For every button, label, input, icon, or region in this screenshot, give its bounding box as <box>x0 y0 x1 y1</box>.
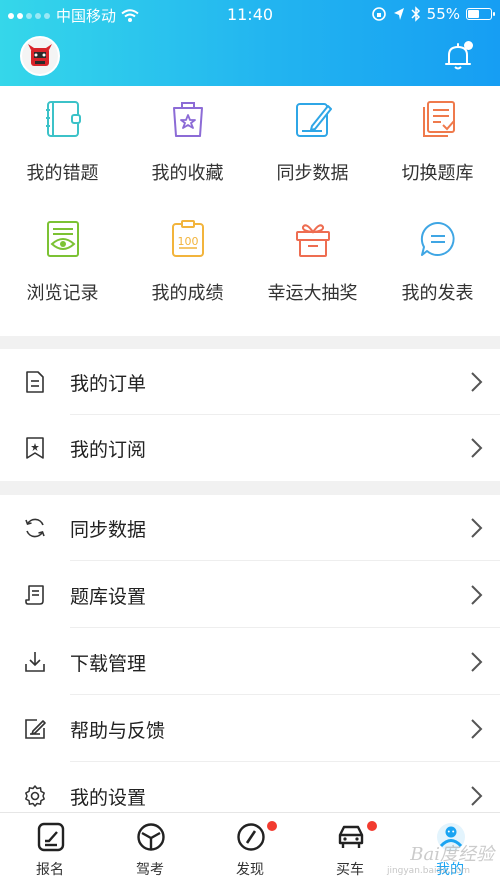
gift-icon <box>296 224 330 257</box>
grid-label: 我的发表 <box>401 283 474 304</box>
eye-record-icon <box>47 221 79 257</box>
chevron-right-icon <box>471 438 483 458</box>
chevron-right-icon <box>471 652 483 672</box>
order-doc-icon <box>26 371 44 393</box>
subscribe-bookmark-icon <box>26 437 44 459</box>
row-divider <box>70 761 500 762</box>
grid-label: 幸运大抽奖 <box>267 283 358 304</box>
grid-label: 我的成绩 <box>151 283 224 304</box>
section-divider <box>0 336 500 349</box>
grid-label: 同步数据 <box>276 163 349 184</box>
row-divider <box>70 627 500 628</box>
star-bag-icon <box>173 102 203 137</box>
score-100-icon: 100 <box>172 220 204 257</box>
battery-icon <box>466 8 495 20</box>
car-icon <box>338 825 364 848</box>
chevron-right-icon <box>471 372 483 392</box>
grid-item-favorites[interactable]: 我的收藏 <box>125 86 250 204</box>
menu-bank-settings[interactable]: 题库设置 <box>0 562 500 628</box>
comment-icon <box>420 221 455 256</box>
menu-label: 同步数据 <box>70 519 147 541</box>
grid-label: 我的错题 <box>26 163 99 184</box>
profile-header: 中国移动 11:40 55% <box>0 0 500 86</box>
system-indicators: 55% <box>371 5 495 23</box>
feedback-icon <box>25 719 46 739</box>
status-bar: 中国移动 11:40 55% <box>0 0 500 28</box>
menu-label: 我的订阅 <box>70 439 147 461</box>
menu-my-subscriptions[interactable]: 我的订阅 <box>0 415 500 481</box>
menu-label: 我的设置 <box>70 787 147 809</box>
switch-bank-icon <box>423 101 455 137</box>
chevron-right-icon <box>471 585 483 605</box>
discover-badge <box>267 821 277 831</box>
user-avatar-icon[interactable] <box>20 36 60 76</box>
row-divider <box>70 560 500 561</box>
menu-my-orders[interactable]: 我的订单 <box>0 349 500 415</box>
signup-icon <box>37 822 65 852</box>
tab-label: 买车 <box>336 862 364 878</box>
grid-item-wrong-questions[interactable]: 我的错题 <box>0 86 125 204</box>
watermark-url: jingyan.baidu.com <box>386 866 470 876</box>
sync-icon <box>25 518 45 538</box>
watermark-logo: Bai度经验 <box>410 844 494 865</box>
tab-label: 发现 <box>236 862 264 878</box>
feature-grid: 我的错题 我的收藏 同步数据 切换题库 浏览记录 100 我的成绩 幸运大抽奖 … <box>0 86 500 336</box>
notification-dot <box>464 41 473 50</box>
tab-driving-test[interactable]: 驾考 <box>100 813 200 889</box>
steering-wheel-icon <box>137 823 165 851</box>
bell-icon[interactable] <box>441 40 475 74</box>
menu-label: 题库设置 <box>70 586 147 608</box>
grid-label: 浏览记录 <box>26 283 99 304</box>
compass-icon <box>237 823 265 851</box>
grid-label: 我的收藏 <box>151 163 224 184</box>
menu-label: 帮助与反馈 <box>70 720 166 742</box>
edit-sync-icon <box>296 103 332 137</box>
chevron-right-icon <box>471 719 483 739</box>
battery-percent: 55% <box>426 5 460 23</box>
location-icon <box>393 8 404 20</box>
tab-signup[interactable]: 报名 <box>0 813 100 889</box>
grid-item-lucky-draw[interactable]: 幸运大抽奖 <box>250 206 375 324</box>
chevron-right-icon <box>471 518 483 538</box>
menu-label: 我的订单 <box>70 373 147 395</box>
bank-settings-icon <box>25 585 44 605</box>
chevron-right-icon <box>471 786 483 806</box>
menu-help-feedback[interactable]: 帮助与反馈 <box>0 696 500 762</box>
grid-item-browse-history[interactable]: 浏览记录 <box>0 206 125 324</box>
grid-item-my-scores[interactable]: 100 我的成绩 <box>125 206 250 324</box>
grid-label: 切换题库 <box>401 163 474 184</box>
notebook-icon <box>46 101 81 137</box>
grid-item-sync-data[interactable]: 同步数据 <box>250 86 375 204</box>
rotation-lock-icon <box>371 7 386 21</box>
menu-label: 下载管理 <box>70 653 147 675</box>
tab-buy-car[interactable]: 买车 <box>300 813 400 889</box>
download-icon <box>25 652 45 672</box>
gear-icon <box>25 785 45 807</box>
section-divider <box>0 481 500 495</box>
row-divider <box>70 694 500 695</box>
svg-text:100: 100 <box>178 235 199 248</box>
tab-label: 报名 <box>36 862 64 878</box>
tab-label: 驾考 <box>136 862 164 878</box>
buy-car-badge <box>367 821 377 831</box>
menu-sync-data[interactable]: 同步数据 <box>0 495 500 561</box>
menu-download-manager[interactable]: 下载管理 <box>0 629 500 695</box>
grid-item-switch-bank[interactable]: 切换题库 <box>375 86 500 204</box>
grid-item-my-posts[interactable]: 我的发表 <box>375 206 500 324</box>
tab-discover[interactable]: 发现 <box>200 813 300 889</box>
bluetooth-icon <box>411 6 420 22</box>
